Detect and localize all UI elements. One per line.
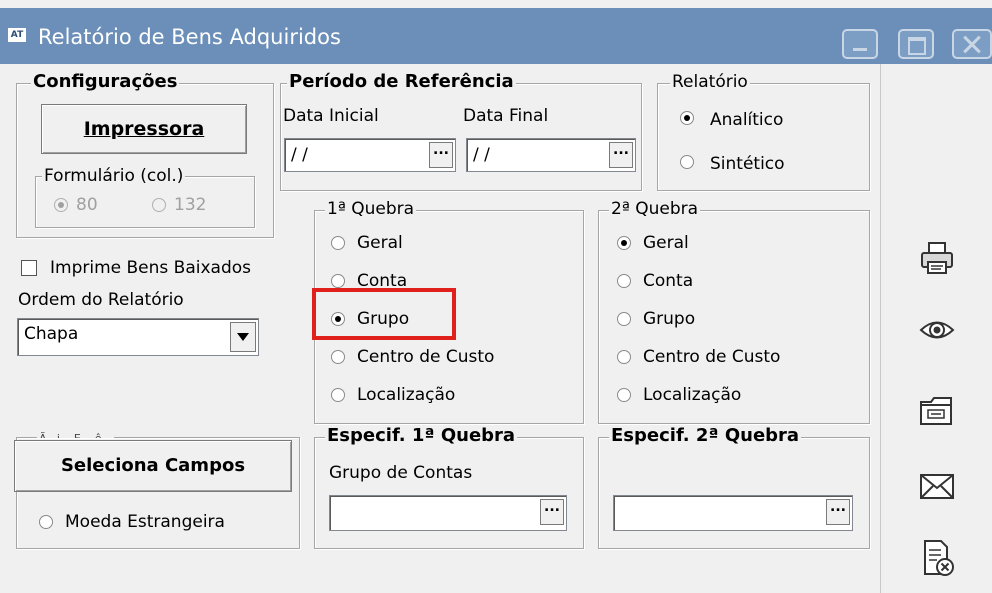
data-inicial-input[interactable]: / / ... — [284, 138, 456, 172]
quebra2-geral-radio[interactable] — [617, 236, 631, 250]
quebra2-grupo-label: Grupo — [643, 309, 696, 329]
title-bar: AT Relatório de Bens Adquiridos — [0, 8, 992, 64]
data-inicial-value: / / — [291, 145, 308, 165]
especif1-legend: Especif. 1ª Quebra — [325, 425, 518, 446]
printer-icon[interactable] — [917, 240, 957, 276]
configuracoes-legend: Configurações — [31, 71, 180, 92]
especif2-group: Especif. 2ª Quebra ... — [598, 426, 870, 549]
quebra1-centro-radio[interactable] — [331, 350, 345, 364]
quebra1-localizacao-label: Localização — [357, 385, 456, 405]
preview-eye-icon[interactable] — [917, 312, 957, 348]
export-icon[interactable] — [917, 392, 957, 428]
moeda-estrangeira-radio[interactable] — [39, 515, 53, 529]
ordem-select[interactable]: Chapa — [17, 318, 259, 356]
app-icon: AT — [8, 28, 26, 42]
relatorio-analitico-label: Analítico — [710, 110, 784, 130]
printer-button-label: Impressora — [83, 118, 205, 140]
quebra2-localizacao-label: Localização — [643, 385, 742, 405]
ellipsis-icon: ... — [433, 142, 449, 158]
data-final-input[interactable]: / / ... — [466, 138, 636, 172]
quebra2-conta-radio[interactable] — [617, 274, 631, 288]
formulario-132-radio[interactable] — [152, 198, 166, 212]
especif2-input[interactable]: ... — [613, 495, 853, 531]
especif2-legend: Especif. 2ª Quebra — [609, 425, 802, 446]
quebra1-legend: 1ª Quebra — [325, 199, 417, 219]
email-icon[interactable] — [917, 468, 957, 504]
relatorio-group: Relatório Analítico Sintético — [657, 72, 870, 191]
quebra2-centro-label: Centro de Custo — [643, 347, 781, 367]
window-title: Relatório de Bens Adquiridos — [38, 25, 341, 49]
seleciona-campos-button[interactable]: Seleciona Campos — [14, 440, 292, 492]
moeda-group: Ã...i... E....ê... Seleciona Campos Moed… — [14, 429, 300, 549]
periodo-group: Período de Referência Data Inicial Data … — [280, 72, 642, 191]
relatorio-sintetico-label: Sintético — [710, 154, 785, 174]
ordem-label: Ordem do Relatório — [18, 290, 184, 310]
quebra1-geral-radio[interactable] — [331, 236, 345, 250]
periodo-legend: Período de Referência — [287, 71, 516, 92]
ellipsis-icon: ... — [544, 499, 560, 515]
formulario-legend: Formulário (col.) — [42, 166, 186, 186]
quebra2-geral-label: Geral — [643, 233, 689, 253]
quebra1-localizacao-radio[interactable] — [331, 388, 345, 402]
quebra2-legend: 2ª Quebra — [609, 199, 701, 219]
moeda-estrangeira-label: Moeda Estrangeira — [65, 512, 225, 532]
formulario-80-radio[interactable] — [54, 198, 68, 212]
relatorio-analitico-radio[interactable] — [680, 111, 694, 125]
printer-button[interactable]: Impressora — [41, 104, 247, 154]
minimize-button[interactable] — [842, 29, 878, 59]
data-final-picker-button[interactable]: ... — [609, 142, 633, 168]
quebra2-centro-radio[interactable] — [617, 350, 631, 364]
grupo-contas-label: Grupo de Contas — [329, 463, 473, 483]
quebra1-conta-radio[interactable] — [331, 274, 345, 288]
formulario-80-label: 80 — [76, 195, 98, 215]
data-inicial-picker-button[interactable]: ... — [429, 142, 453, 168]
relatorio-legend: Relatório — [670, 72, 750, 92]
quebra1-geral-label: Geral — [357, 233, 403, 253]
grupo-contas-picker-button[interactable]: ... — [540, 499, 564, 525]
ellipsis-icon: ... — [830, 499, 846, 515]
ellipsis-icon: ... — [613, 142, 629, 158]
quebra2-localizacao-radio[interactable] — [617, 388, 631, 402]
grupo-contas-input[interactable]: ... — [329, 495, 567, 531]
data-final-value: / / — [473, 145, 490, 165]
selection-highlight — [312, 288, 456, 340]
data-inicial-label: Data Inicial — [283, 106, 379, 126]
configuracoes-group: Configurações Impressora Formulário (col… — [16, 72, 274, 238]
seleciona-campos-label: Seleciona Campos — [60, 455, 246, 476]
especif1-group: Especif. 1ª Quebra Grupo de Contas ... — [314, 426, 584, 549]
formulario-132-label: 132 — [174, 195, 207, 215]
action-sidebar — [880, 64, 992, 593]
maximize-button[interactable] — [898, 29, 934, 59]
relatorio-sintetico-radio[interactable] — [680, 155, 694, 169]
quebra2-group: 2ª Quebra Geral Conta Grupo Centro de Cu… — [598, 199, 870, 424]
quebra2-conta-label: Conta — [643, 271, 694, 291]
ordem-value: Chapa — [24, 324, 79, 344]
close-button[interactable] — [952, 29, 992, 59]
quebra1-centro-label: Centro de Custo — [357, 347, 495, 367]
formulario-group: Formulário (col.) 80 132 — [35, 166, 255, 228]
imprime-baixados-checkbox[interactable] — [21, 260, 37, 276]
especif2-picker-button[interactable]: ... — [826, 499, 850, 525]
imprime-baixados-label: Imprime Bens Baixados — [50, 258, 251, 278]
quebra2-grupo-radio[interactable] — [617, 312, 631, 326]
data-final-label: Data Final — [463, 106, 549, 126]
close-report-icon[interactable] — [917, 538, 957, 576]
report-window: AT Relatório de Bens Adquiridos Configur… — [0, 0, 992, 593]
chevron-down-icon[interactable] — [230, 322, 256, 352]
